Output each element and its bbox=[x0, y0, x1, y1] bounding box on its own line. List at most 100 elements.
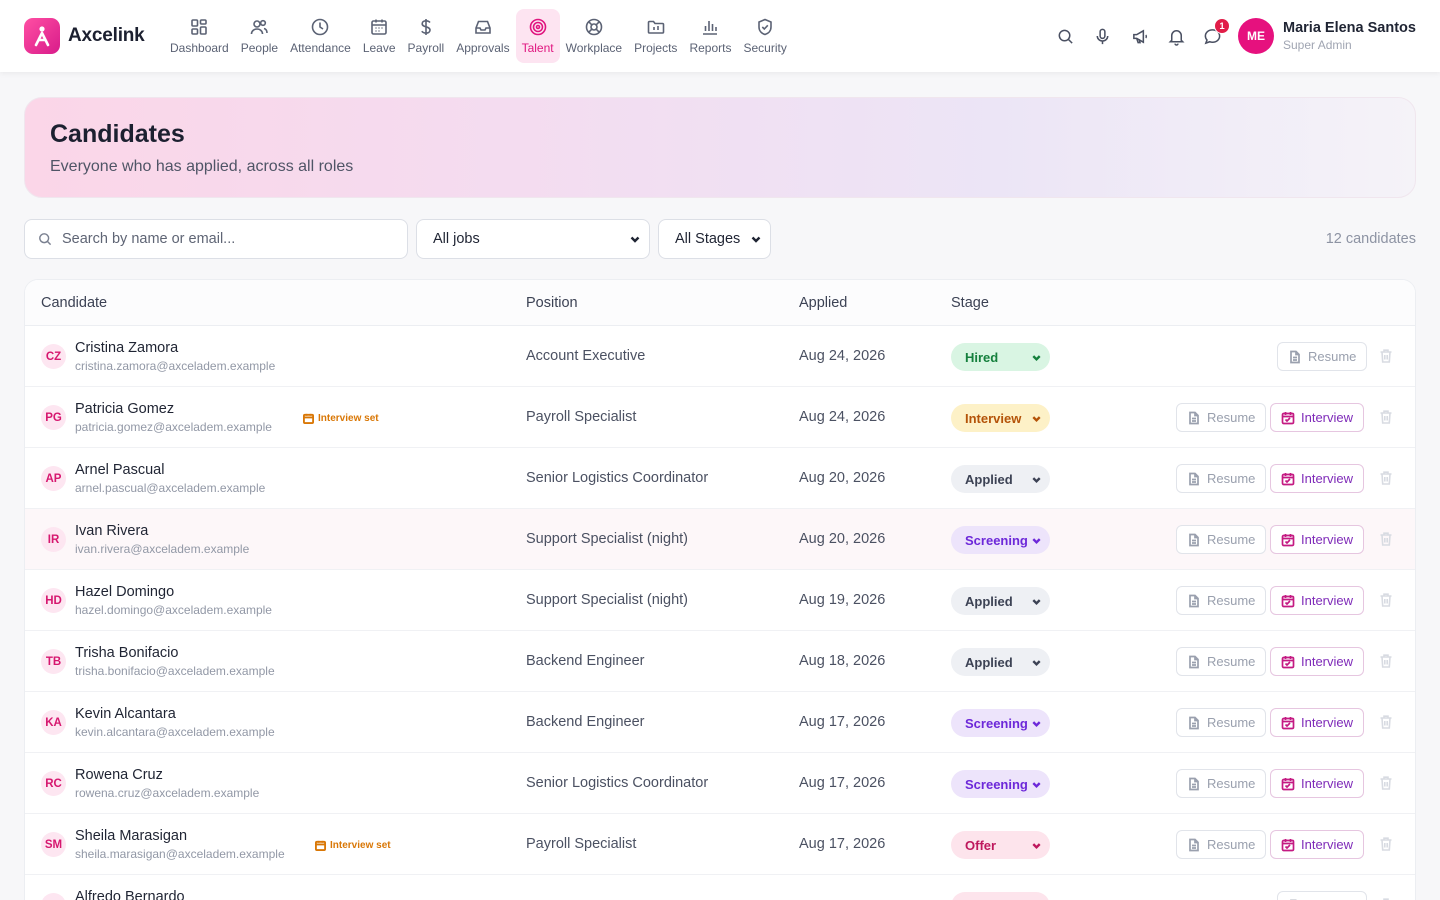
table-row[interactable]: TB Trisha Bonifacio trisha.bonifacio@axcel… bbox=[25, 631, 1415, 692]
stage-select[interactable]: Applied bbox=[951, 648, 1050, 676]
delete-button[interactable] bbox=[1379, 714, 1393, 730]
interview-button[interactable]: Interview bbox=[1270, 708, 1365, 737]
candidate-name[interactable]: Trisha Bonifacio bbox=[75, 645, 178, 661]
nav-payroll[interactable]: Payroll bbox=[402, 9, 451, 63]
nav-leave[interactable]: Leave bbox=[357, 9, 402, 63]
nav-people[interactable]: People bbox=[235, 9, 284, 63]
nav-attendance[interactable]: Attendance bbox=[284, 9, 357, 63]
candidate-applied-date: Aug 19, 2026 bbox=[799, 592, 886, 608]
table-row[interactable]: IR Ivan Rivera ivan.rivera@axceladem.examp… bbox=[25, 509, 1415, 570]
candidate-avatar: AP bbox=[41, 466, 66, 491]
resume-button[interactable]: Resume bbox=[1176, 464, 1267, 493]
candidate-name[interactable]: Arnel Pascual bbox=[75, 462, 164, 478]
nav-workplace[interactable]: Workplace bbox=[560, 9, 628, 63]
resume-label: Resume bbox=[1207, 776, 1256, 791]
candidate-position: Account Executive bbox=[526, 348, 646, 364]
nav-label: Approvals bbox=[456, 41, 510, 55]
notifications-button[interactable] bbox=[1165, 25, 1187, 47]
table-row[interactable]: CZ Cristina Zamora cristina.zamora@axcelad… bbox=[25, 326, 1415, 387]
trash-icon bbox=[1380, 471, 1392, 485]
stage-select[interactable]: Offer bbox=[951, 831, 1050, 859]
delete-button[interactable] bbox=[1379, 836, 1393, 852]
resume-button[interactable]: Resume bbox=[1277, 342, 1368, 371]
resume-button[interactable]: Resume bbox=[1277, 891, 1368, 900]
user-name[interactable]: Maria Elena Santos bbox=[1283, 20, 1416, 36]
delete-button[interactable] bbox=[1379, 531, 1393, 547]
candidate-name[interactable]: Rowena Cruz bbox=[75, 767, 163, 783]
resume-button[interactable]: Resume bbox=[1176, 647, 1267, 676]
candidate-email: ivan.rivera@axceladem.example bbox=[75, 542, 250, 556]
delete-button[interactable] bbox=[1379, 653, 1393, 669]
calendar-icon bbox=[1281, 472, 1295, 485]
candidate-name[interactable]: Hazel Domingo bbox=[75, 584, 174, 600]
table-row[interactable]: PG Patricia Gomez patricia.gomez@axceladem… bbox=[25, 387, 1415, 448]
resume-button[interactable]: Resume bbox=[1176, 769, 1267, 798]
candidate-avatar: CZ bbox=[41, 344, 66, 369]
delete-button[interactable] bbox=[1379, 348, 1393, 364]
nav-dashboard[interactable]: Dashboard bbox=[164, 9, 235, 63]
interview-button[interactable]: Interview bbox=[1270, 586, 1365, 615]
interview-button[interactable]: Interview bbox=[1270, 403, 1365, 432]
stage-select[interactable]: Applied bbox=[951, 465, 1050, 493]
candidate-applied-date: Aug 18, 2026 bbox=[799, 653, 886, 669]
stage-select[interactable]: Applied bbox=[951, 587, 1050, 615]
delete-button[interactable] bbox=[1379, 409, 1393, 425]
announcements-button[interactable] bbox=[1129, 25, 1151, 47]
candidate-name[interactable]: Kevin Alcantara bbox=[75, 706, 176, 722]
job-filter-select[interactable]: All jobs bbox=[416, 219, 650, 259]
stage-select[interactable]: Screening bbox=[951, 709, 1050, 737]
stage-value: Applied bbox=[965, 593, 1013, 609]
resume-button[interactable]: Resume bbox=[1176, 830, 1267, 859]
brand[interactable]: Axcelink bbox=[24, 18, 145, 54]
nav-reports[interactable]: Reports bbox=[683, 9, 737, 63]
document-icon bbox=[1189, 472, 1199, 485]
candidate-avatar: SM bbox=[41, 832, 66, 857]
resume-button[interactable]: Resume bbox=[1176, 708, 1267, 737]
nav-label: Dashboard bbox=[170, 41, 229, 55]
nav-security[interactable]: Security bbox=[737, 9, 792, 63]
table-row[interactable]: AB Alfredo Bernardo Resume bbox=[25, 875, 1415, 900]
stage-select[interactable]: Screening bbox=[951, 770, 1050, 798]
interview-button[interactable]: Interview bbox=[1270, 525, 1365, 554]
interview-button[interactable]: Interview bbox=[1270, 647, 1365, 676]
column-header-applied: Applied bbox=[799, 295, 848, 311]
resume-button[interactable]: Resume bbox=[1176, 403, 1267, 432]
table-row[interactable]: SM Sheila Marasigan sheila.marasigan@axcel… bbox=[25, 814, 1415, 875]
candidate-name[interactable]: Cristina Zamora bbox=[75, 340, 178, 356]
stage-select[interactable] bbox=[951, 892, 1050, 900]
candidate-name[interactable]: Alfredo Bernardo bbox=[75, 889, 185, 900]
table-row[interactable]: RC Rowena Cruz rowena.cruz@axceladem.examp… bbox=[25, 753, 1415, 814]
candidate-name[interactable]: Patricia Gomez bbox=[75, 401, 174, 417]
interview-button[interactable]: Interview bbox=[1270, 464, 1365, 493]
logo-icon bbox=[24, 18, 60, 54]
delete-button[interactable] bbox=[1379, 592, 1393, 608]
interview-button[interactable]: Interview bbox=[1270, 830, 1365, 859]
trash-icon bbox=[1380, 776, 1392, 790]
delete-button[interactable] bbox=[1379, 470, 1393, 486]
nav-approvals[interactable]: Approvals bbox=[450, 9, 515, 63]
nav-projects[interactable]: Projects bbox=[628, 9, 683, 63]
voice-button[interactable] bbox=[1091, 25, 1113, 47]
search-button[interactable] bbox=[1054, 25, 1076, 47]
stage-select[interactable]: Interview bbox=[951, 404, 1050, 432]
resume-button[interactable]: Resume bbox=[1176, 525, 1267, 554]
candidate-name[interactable]: Ivan Rivera bbox=[75, 523, 148, 539]
stage-select[interactable]: Hired bbox=[951, 343, 1050, 371]
nav-talent[interactable]: Talent bbox=[515, 9, 560, 63]
candidate-name[interactable]: Sheila Marasigan bbox=[75, 828, 187, 844]
stage-select[interactable]: Screening bbox=[951, 526, 1050, 554]
chevron-down-icon bbox=[1032, 659, 1041, 666]
delete-button[interactable] bbox=[1379, 775, 1393, 791]
interview-button[interactable]: Interview bbox=[1270, 769, 1365, 798]
user-avatar[interactable]: ME bbox=[1238, 18, 1274, 54]
search-box[interactable] bbox=[24, 219, 408, 259]
table-row[interactable]: AP Arnel Pascual arnel.pascual@axceladem.e… bbox=[25, 448, 1415, 509]
resume-button[interactable]: Resume bbox=[1176, 586, 1267, 615]
table-row[interactable]: KA Kevin Alcantara kevin.alcantara@axcelad… bbox=[25, 692, 1415, 753]
search-input[interactable] bbox=[62, 231, 382, 247]
stage-filter-select[interactable]: All Stages bbox=[658, 219, 771, 259]
chevron-down-icon bbox=[1032, 842, 1041, 849]
table-row[interactable]: HD Hazel Domingo hazel.domingo@axceladem.e… bbox=[25, 570, 1415, 631]
calendar-icon bbox=[1281, 533, 1295, 546]
chevron-down-icon bbox=[751, 236, 761, 243]
